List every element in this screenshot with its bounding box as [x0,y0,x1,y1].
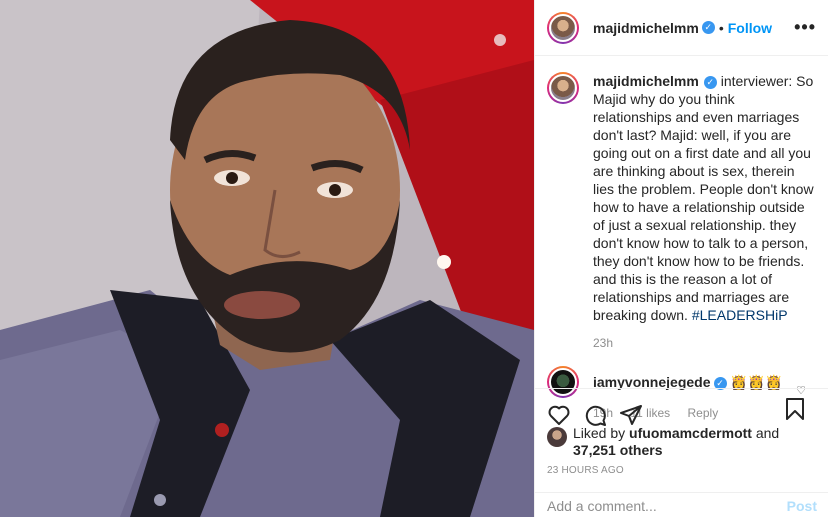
post-photo[interactable] [0,0,534,517]
comment-input[interactable] [547,497,787,514]
caption-time[interactable]: 23h [593,336,815,350]
selfie-illustration [0,0,534,517]
likes-and: and [751,425,780,441]
caption-text-block: majidmichelmm ✓ interviewer: So Majid why… [593,72,815,324]
heart-icon[interactable] [547,403,571,427]
post-sidebar: majidmichelmm ✓ • Follow ••• majidmichel… [534,0,828,517]
author-username[interactable]: majidmichelmm [593,20,699,36]
caption-avatar[interactable] [547,72,579,104]
likes-summary: Liked by ufuomamcdermott and 37,251 othe… [547,425,779,459]
likes-prefix: Liked by [573,425,630,441]
post-timestamp[interactable]: 23 HOURS AGO [547,465,624,476]
caption: majidmichelmm ✓ interviewer: So Majid why… [535,56,828,350]
post-header: majidmichelmm ✓ • Follow ••• [535,0,828,56]
more-options-icon[interactable]: ••• [794,17,816,38]
post-comment-button[interactable]: Post [787,498,817,514]
verified-icon: ✓ [703,75,717,89]
bookmark-icon[interactable] [783,397,807,421]
author-avatar[interactable] [547,11,579,44]
follow-button[interactable]: Follow [728,20,772,36]
verified-icon: ✓ [701,21,715,34]
comment-icon[interactable] [583,403,607,427]
liker-avatar[interactable] [547,427,567,447]
liker-username[interactable]: ufuomamcdermott [629,425,752,441]
caption-username[interactable]: majidmichelmm [593,73,699,89]
likes-count[interactable]: 37,251 others [573,442,663,458]
share-icon[interactable] [619,403,643,427]
instagram-post: majidmichelmm ✓ • Follow ••• majidmichel… [0,0,828,517]
caption-text: interviewer: So Majid why do you think r… [593,73,814,323]
add-comment-bar: Post [535,492,828,517]
hashtag-link[interactable]: #LEADERSHiP [692,307,788,323]
separator-dot: • [718,19,724,36]
